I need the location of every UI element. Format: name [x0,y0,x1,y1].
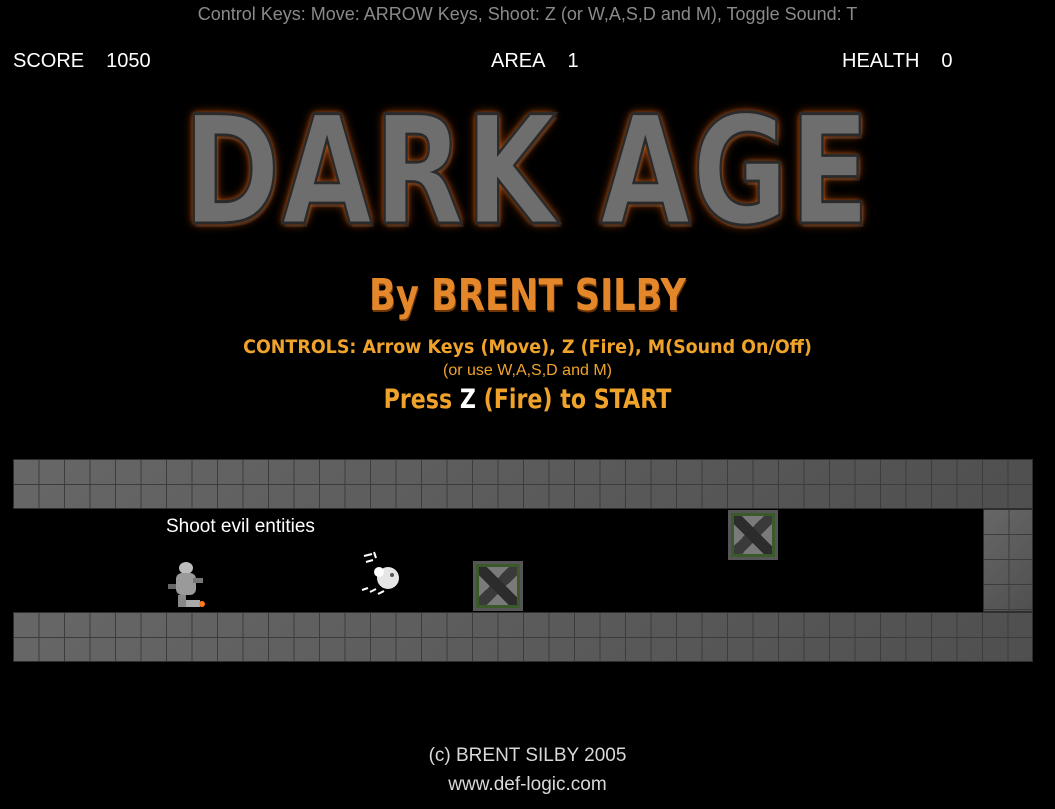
footer-copyright: (c) BRENT SILBY 2005 [428,745,627,766]
right-wall [983,509,1033,612]
level-playfield: Shoot evil entities [0,0,1055,809]
crate-obstacle-2 [728,510,778,560]
player-character-icon [168,562,205,607]
tutorial-hint: Shoot evil entities [166,516,315,537]
evil-entity-ghost-icon [361,551,399,595]
footer-url-link[interactable]: www.def-logic.com [0,774,1055,796]
crate-obstacle-1 [473,561,523,611]
game-screen: { "header": { "controls_hint": "Control … [0,0,1055,809]
ceiling-wall [13,459,1033,509]
floor-wall [13,612,1033,662]
